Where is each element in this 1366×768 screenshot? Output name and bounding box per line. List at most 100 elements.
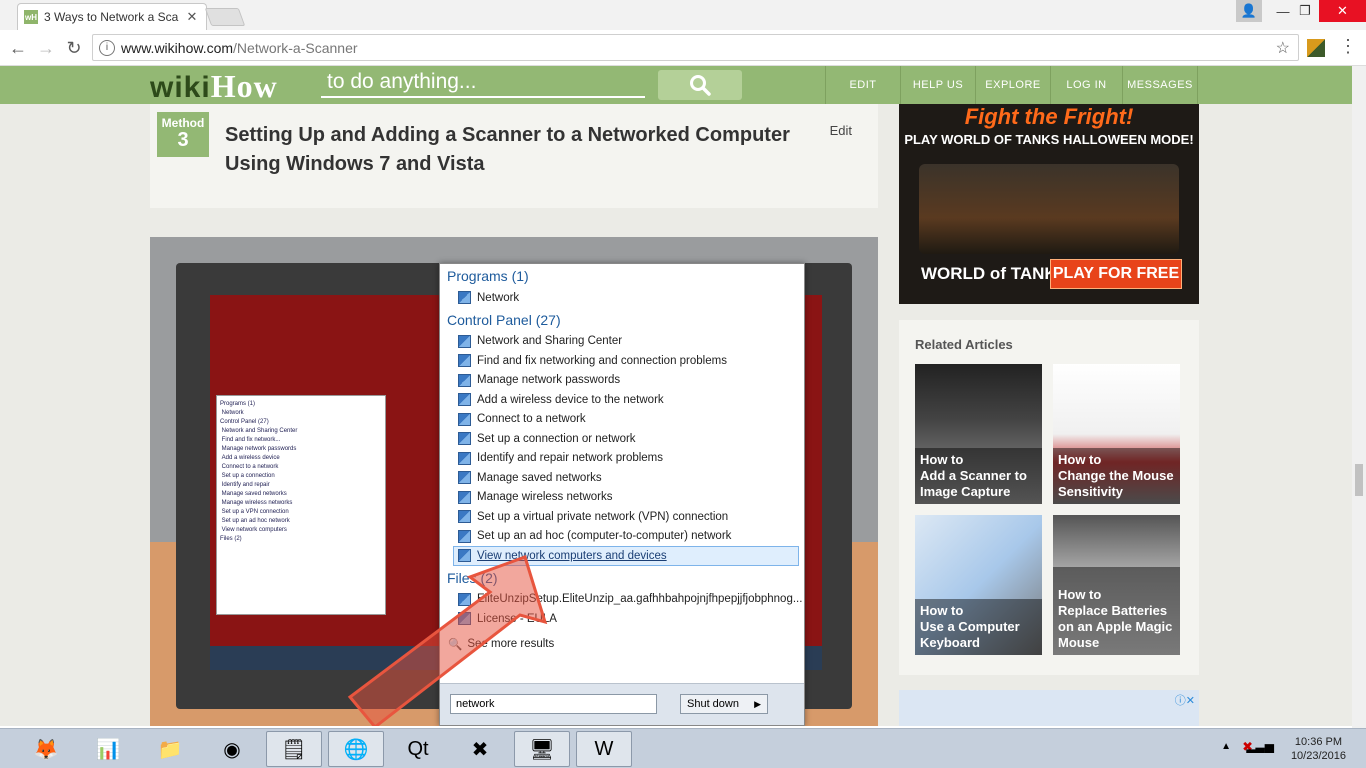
control-item-highlighted[interactable]: View network computers and devices <box>453 546 799 566</box>
control-item[interactable]: Set up a virtual private network (VPN) c… <box>440 507 804 527</box>
related-card-title: Add a Scanner to Image Capture <box>920 468 1027 499</box>
related-card-title: Change the Mouse Sensitivity <box>1058 468 1174 499</box>
eclipse-icon[interactable]: ◉ <box>204 731 260 767</box>
close-window-button[interactable]: ✕ <box>1319 0 1366 22</box>
program-label: Network <box>477 291 520 304</box>
remote-desktop-icon[interactable]: 🖥 <box>514 731 570 767</box>
search-input[interactable]: to do anything... <box>321 70 645 98</box>
ad-banner-bottom[interactable]: ⓘ✕ <box>899 690 1199 726</box>
spreadsheet-icon[interactable]: 📊 <box>80 731 136 767</box>
clock-date: 10/23/2016 <box>1290 750 1346 762</box>
related-card-label: How to Replace Batteries on an Apple Magi… <box>1053 567 1180 655</box>
related-card[interactable]: How to Replace Batteries on an Apple Magi… <box>1053 515 1180 655</box>
related-card[interactable]: How to Use a Computer Keyboard <box>915 515 1042 655</box>
scroll-thumb[interactable] <box>1355 464 1363 496</box>
address-bar[interactable]: i www.wikihow.com/Network-a-Scanner ☆ <box>92 34 1299 61</box>
extension-icon[interactable] <box>1307 39 1325 57</box>
windows-taskbar: 🦊 📊 📁 ◉ 🗒 🌐 Qt ✖ 🖥 W ▲ ✖ ▂▃▅ 10:36 PM 10… <box>0 728 1366 768</box>
related-card-title: Use a Computer Keyboard <box>920 619 1020 650</box>
network-icon <box>458 549 471 563</box>
tab-close-icon[interactable]: ✕ <box>184 9 200 25</box>
wikihow-logo[interactable]: wikiHow <box>150 68 278 105</box>
menu-icon[interactable]: ⋮ <box>1339 36 1357 57</box>
wikihow-favicon-icon: wH <box>24 10 38 24</box>
network-icon <box>458 291 471 305</box>
control-item[interactable]: Manage wireless networks <box>440 488 804 508</box>
related-articles: Related Articles How to Add a Scanner to … <box>899 320 1199 675</box>
back-arrow-icon[interactable]: ← <box>6 36 30 60</box>
ad-cta-button[interactable]: PLAY FOR FREE <box>1050 259 1182 289</box>
xampp-icon[interactable]: ✖ <box>452 731 508 767</box>
word-icon[interactable]: W <box>576 731 632 767</box>
start-search-input[interactable]: network <box>450 694 657 714</box>
related-card[interactable]: How to Change the Mouse Sensitivity <box>1053 364 1180 504</box>
programs-header: Programs (1) <box>447 268 529 284</box>
related-card-title: Replace Batteries on an Apple Magic Mous… <box>1058 603 1173 650</box>
related-prefix: How to <box>920 603 964 618</box>
page-scrollbar[interactable] <box>1352 66 1366 728</box>
control-item[interactable]: Set up a connection or network <box>440 429 804 449</box>
search-button[interactable] <box>658 70 742 100</box>
key-icon <box>458 373 471 387</box>
step-illustration[interactable]: Programs (1) Network Control Panel (27) N… <box>150 237 878 726</box>
chrome-icon[interactable]: 🌐 <box>328 731 384 767</box>
control-label: Identify and repair network problems <box>477 452 664 465</box>
network-icon <box>458 451 471 465</box>
forward-arrow-icon[interactable]: → <box>34 36 58 60</box>
sticky-notes-icon[interactable]: 🗒 <box>266 731 322 767</box>
reload-icon[interactable]: ↻ <box>62 36 86 60</box>
nav-log-in[interactable]: LOG IN <box>1050 66 1122 104</box>
network-icon <box>458 393 471 407</box>
control-item[interactable]: Find and fix networking and connection p… <box>440 351 804 371</box>
browser-toolbar: ← → ↻ i www.wikihow.com/Network-a-Scanne… <box>0 30 1366 66</box>
browser-tab[interactable]: wH 3 Ways to Network a Sca ✕ <box>17 3 207 30</box>
file-icon <box>458 612 471 626</box>
method-label: Method <box>161 116 205 130</box>
control-item[interactable]: Add a wireless device to the network <box>440 390 804 410</box>
qt-icon[interactable]: Qt <box>390 731 446 767</box>
related-card-label: How to Add a Scanner to Image Capture <box>915 448 1042 504</box>
nav-messages[interactable]: MESSAGES <box>1122 66 1198 104</box>
nav-explore[interactable]: EXPLORE <box>975 66 1050 104</box>
control-label: Find and fix networking and connection p… <box>477 354 727 367</box>
file-item[interactable]: License - EULA <box>440 609 804 629</box>
nav-edit[interactable]: EDIT <box>825 66 900 104</box>
control-panel-header: Control Panel (27) <box>447 311 561 328</box>
program-item[interactable]: Network <box>440 288 804 308</box>
file-icon <box>458 592 471 606</box>
tank-image <box>919 164 1179 254</box>
ad-banner-tanks[interactable]: Fight the Fright! PLAY WORLD OF TANKS HA… <box>899 104 1199 304</box>
see-more-label: See more results <box>467 638 555 651</box>
signal-icon[interactable]: ▂▃▅ <box>1246 739 1274 753</box>
control-item[interactable]: Identify and repair network problems <box>440 449 804 469</box>
file-item[interactable]: EliteUnzipSetup.EliteUnzip_aa.gafhhbahpo… <box>440 590 804 610</box>
tray-arrow-icon[interactable]: ▲ <box>1221 741 1231 752</box>
user-profile-icon[interactable]: 👤 <box>1236 0 1262 22</box>
nav-help-us[interactable]: HELP US <box>900 66 975 104</box>
restore-button[interactable]: ❐ <box>1292 0 1318 22</box>
bookmark-star-icon[interactable]: ☆ <box>1276 38 1290 58</box>
related-card[interactable]: How to Add a Scanner to Image Capture <box>915 364 1042 504</box>
ad-choices-icon[interactable]: ⓘ✕ <box>1175 692 1195 708</box>
search-icon <box>690 75 711 96</box>
clock-time: 10:36 PM <box>1294 736 1343 748</box>
wikihow-header: wikiHow to do anything... EDIT HELP US E… <box>0 66 1352 104</box>
see-more-results[interactable]: 🔍 See more results <box>440 635 804 655</box>
firefox-icon[interactable]: 🦊 <box>18 731 74 767</box>
file-label: License - EULA <box>477 612 557 625</box>
method-header: Method 3 Setting Up and Adding a Scanner… <box>150 104 878 208</box>
control-item[interactable]: Connect to a network <box>440 410 804 430</box>
search-icon: 🔍 <box>448 639 463 652</box>
control-item[interactable]: Set up an ad hoc (computer-to-computer) … <box>440 527 804 547</box>
control-item[interactable]: Manage network passwords <box>440 371 804 391</box>
new-tab-button[interactable] <box>204 8 246 26</box>
start-menu-bottom: network Shut down ▶ <box>440 683 804 725</box>
page-info-icon[interactable]: i <box>99 39 115 56</box>
file-explorer-icon[interactable]: 📁 <box>142 731 198 767</box>
chevron-right-icon: ▶ <box>754 698 761 709</box>
control-item[interactable]: Manage saved networks <box>440 468 804 488</box>
control-item[interactable]: Network and Sharing Center <box>440 332 804 352</box>
system-clock[interactable]: 10:36 PM 10/23/2016 <box>1291 735 1346 763</box>
edit-link[interactable]: Edit <box>830 123 852 138</box>
shutdown-button[interactable]: Shut down ▶ <box>680 694 768 714</box>
